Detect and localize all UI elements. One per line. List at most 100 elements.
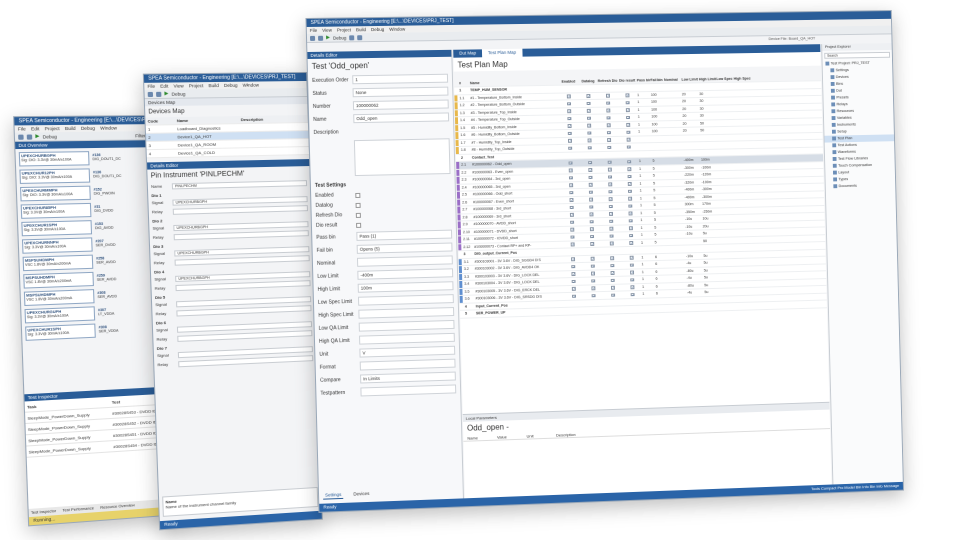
checkbox[interactable]: ✓ <box>589 198 593 202</box>
checkbox[interactable]: ✓ <box>626 108 630 112</box>
checkbox[interactable]: ✓ <box>609 227 613 231</box>
checkbox[interactable]: ✓ <box>587 109 591 113</box>
checkbox[interactable]: ✓ <box>609 212 613 216</box>
settings-icon[interactable] <box>357 34 363 40</box>
setting-input[interactable]: 100m <box>357 281 454 293</box>
checkbox[interactable]: ✓ <box>610 271 614 275</box>
checkbox[interactable]: ✓ <box>591 264 595 268</box>
checkbox[interactable]: ✓ <box>626 116 630 120</box>
menu-item-view[interactable]: View <box>173 83 183 88</box>
checkbox[interactable]: ✓ <box>569 198 573 202</box>
setting-input[interactable]: Opens (5) <box>356 242 453 254</box>
checkbox[interactable]: ✓ <box>572 287 576 291</box>
setting-input[interactable] <box>359 358 456 371</box>
checkbox[interactable]: ✓ <box>591 286 595 290</box>
checkbox[interactable]: ✓ <box>569 205 573 209</box>
checkbox[interactable]: ✓ <box>627 175 631 179</box>
checkbox[interactable]: ✓ <box>610 256 614 260</box>
menu-item-debug[interactable]: Debug <box>224 83 238 88</box>
checkbox[interactable]: ✓ <box>587 116 591 120</box>
menu-item-window[interactable]: Window <box>243 83 260 88</box>
play-icon[interactable]: ▶ <box>326 35 330 41</box>
setting-input[interactable]: V <box>359 345 456 358</box>
checkbox[interactable]: ✓ <box>608 168 612 172</box>
checkbox[interactable]: ✓ <box>590 257 594 261</box>
checkbox[interactable]: ✓ <box>608 182 612 186</box>
checkbox[interactable]: ✓ <box>607 160 611 164</box>
checkbox[interactable]: ✓ <box>568 168 573 172</box>
debug-dropdown[interactable]: Debug <box>171 91 185 96</box>
checkbox[interactable]: ✓ <box>628 219 632 223</box>
checkbox[interactable]: ✓ <box>607 145 611 149</box>
menu-item-file[interactable]: File <box>310 28 317 33</box>
menu-item-file[interactable]: File <box>18 126 26 131</box>
checkbox[interactable]: ✓ <box>629 241 633 245</box>
checkbox[interactable]: ✓ <box>571 257 575 261</box>
checkbox[interactable]: ✓ <box>569 183 573 187</box>
checkbox[interactable]: ✓ <box>629 234 633 238</box>
document-tab[interactable]: Dut Map <box>453 49 482 57</box>
debug-dropdown[interactable]: Debug <box>333 35 346 40</box>
device-card[interactable]: UPEXCHUR1SPH Sig: 3.3V@ 30mA/±100A <box>25 323 96 341</box>
checkbox[interactable]: ✓ <box>570 220 574 224</box>
checkbox[interactable]: ✓ <box>628 189 632 193</box>
checkbox[interactable]: ✓ <box>587 146 592 150</box>
device-card[interactable]: UPEXCHUR85PH Sig: 3.3V@ 30mA/±100A <box>20 202 92 219</box>
menu-item-project[interactable]: Project <box>189 83 204 88</box>
checkbox[interactable]: ✓ <box>571 279 575 283</box>
checkbox[interactable]: ✓ <box>610 241 614 245</box>
device-card[interactable]: UPEXCHUR12PH Sig: DIO: 3.3V@ 30mA/±100A <box>19 168 91 184</box>
checkbox[interactable]: ✓ <box>606 108 610 112</box>
explorer-item[interactable]: Documents <box>826 182 896 190</box>
checkbox[interactable]: ✓ <box>608 197 612 201</box>
setting-input[interactable]: Pass (1) <box>356 229 453 241</box>
checkbox[interactable]: ✓ <box>608 190 612 194</box>
checkbox[interactable]: ✓ <box>609 234 613 238</box>
checkbox[interactable]: ✓ <box>607 138 611 142</box>
open-icon[interactable] <box>26 133 33 140</box>
document-tab[interactable]: Test Plan Map <box>481 48 523 58</box>
checkbox[interactable]: ✓ <box>591 294 595 298</box>
checkbox[interactable]: ✓ <box>587 124 591 128</box>
checkbox[interactable]: ✓ <box>629 226 633 230</box>
checkbox[interactable]: ✓ <box>625 101 629 105</box>
checkbox[interactable]: ✓ <box>571 265 575 269</box>
checkbox[interactable]: ✓ <box>571 272 575 276</box>
checkbox[interactable]: ✓ <box>570 242 574 246</box>
checkbox[interactable]: ✓ <box>588 183 592 187</box>
checkbox[interactable]: ✓ <box>567 94 571 98</box>
checkbox[interactable] <box>356 222 362 228</box>
menu-item-debug[interactable]: Debug <box>81 126 95 131</box>
checkbox[interactable]: ✓ <box>611 293 615 297</box>
checkbox[interactable]: ✓ <box>572 294 576 298</box>
checkbox[interactable]: ✓ <box>626 123 630 127</box>
setting-input[interactable]: In Limits <box>360 371 456 384</box>
build-icon[interactable] <box>349 34 355 40</box>
device-card[interactable]: UPEXCHUR1SPH Sig: 3.3V@ 30mA/±100A <box>21 220 93 237</box>
menu-item-window[interactable]: Window <box>100 125 117 130</box>
checkbox[interactable]: ✓ <box>609 219 613 223</box>
checkbox[interactable]: ✓ <box>588 161 592 165</box>
details-tab[interactable]: Devices <box>351 490 371 498</box>
checkbox[interactable]: ✓ <box>588 175 592 179</box>
checkbox[interactable]: ✓ <box>589 190 593 194</box>
setting-input[interactable] <box>358 307 455 319</box>
checkbox[interactable]: ✓ <box>589 220 593 224</box>
checkbox[interactable]: ✓ <box>610 278 615 282</box>
checkbox[interactable]: ✓ <box>589 205 593 209</box>
menu-item-build[interactable]: Build <box>208 83 218 88</box>
checkbox[interactable] <box>355 202 361 208</box>
device-card[interactable]: UPEXCHURBGPH Sig: DIO: 3.3V@ 30mA/±100A <box>18 151 90 167</box>
checkbox[interactable]: ✓ <box>570 235 574 239</box>
checkbox[interactable]: ✓ <box>589 212 593 216</box>
menu-item-file[interactable]: File <box>147 84 155 89</box>
checkbox[interactable]: ✓ <box>570 213 574 217</box>
debug-dropdown[interactable]: Debug <box>43 134 57 139</box>
checkbox[interactable]: ✓ <box>606 116 610 120</box>
device-card[interactable]: MSPSUHDMPH VSC 1.8V@ 30mA/±200mA <box>23 271 94 289</box>
setting-input[interactable] <box>360 384 457 397</box>
checkbox[interactable]: ✓ <box>630 293 634 297</box>
device-card[interactable]: MSPSUHDMPH VSC 1.8V@ 30mA/±200mA <box>23 289 95 307</box>
field-input[interactable]: None <box>352 86 449 98</box>
checkbox[interactable]: ✓ <box>569 191 573 195</box>
